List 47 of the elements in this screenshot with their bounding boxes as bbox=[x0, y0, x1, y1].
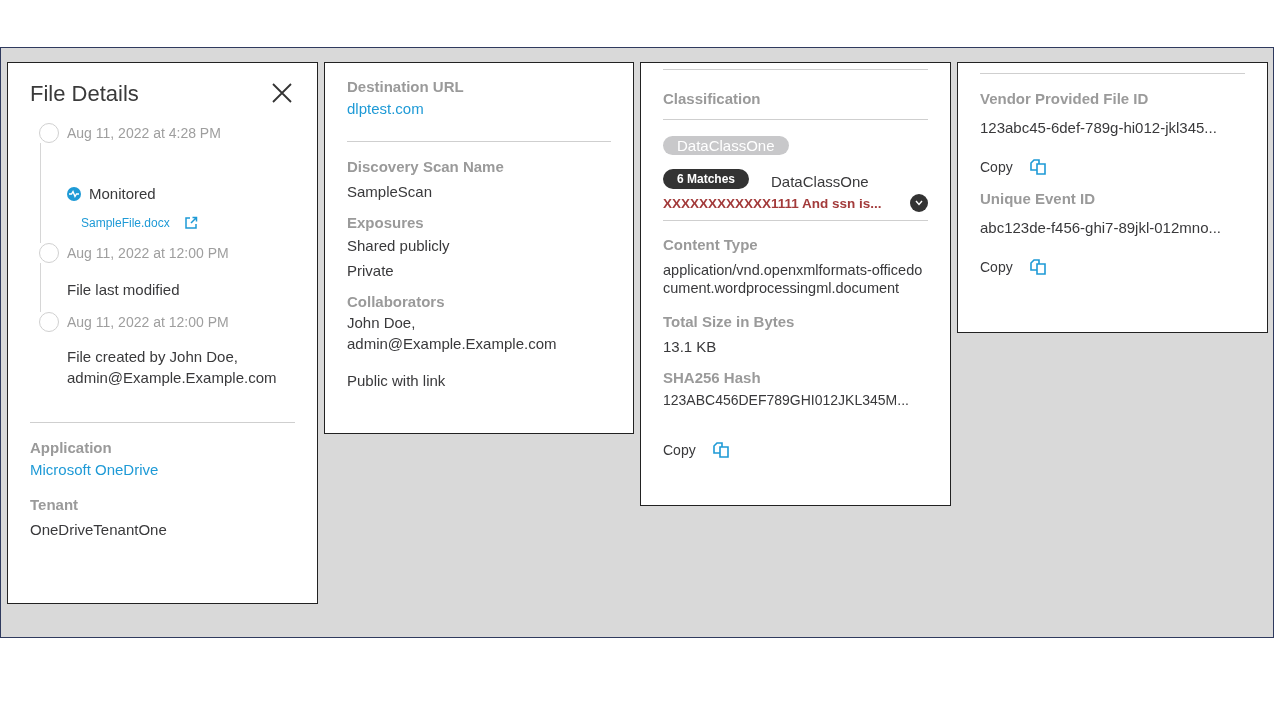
status-text: Monitored bbox=[89, 185, 156, 202]
field-value: Shared publicly bbox=[347, 236, 451, 256]
field-value: John Doe, admin@Example.Example.com bbox=[347, 313, 558, 354]
external-link-icon bbox=[183, 216, 198, 230]
matches-badge: 6 Matches bbox=[663, 168, 750, 189]
field-label: SHA256 Hash bbox=[663, 369, 762, 386]
event-time: Aug 11, 2022 at 12:00 PM bbox=[67, 245, 230, 261]
field-label: Tenant bbox=[30, 496, 80, 513]
copy-button[interactable]: Copy bbox=[980, 158, 1047, 176]
field-value: 123ABC456DEF789GHI012JKL345M... bbox=[663, 391, 910, 410]
field-label: Exposures bbox=[347, 214, 425, 231]
event-time: Aug 11, 2022 at 12:00 PM bbox=[67, 314, 230, 330]
match-snippet: XXXXXXXXXXXX1111 And ssn is... bbox=[663, 195, 882, 211]
copy-icon bbox=[1028, 158, 1047, 176]
field-value: Public with link bbox=[347, 371, 447, 391]
field-value: abc123de-f456-ghi7-89jkl-012mno... bbox=[980, 218, 1222, 238]
close-icon bbox=[271, 82, 293, 104]
field-label: Application bbox=[30, 439, 113, 456]
field-label: Vendor Provided File ID bbox=[980, 90, 1150, 107]
field-label: Collaborators bbox=[347, 293, 446, 310]
timeline-dot bbox=[38, 312, 59, 332]
copy-button[interactable]: Copy bbox=[663, 441, 730, 459]
field-value: OneDriveTenantOne bbox=[30, 520, 168, 540]
section-title: Classification bbox=[663, 90, 762, 107]
panel-title: File Details bbox=[30, 81, 139, 107]
class-name: DataClassOne bbox=[771, 172, 869, 192]
event-time: Aug 11, 2022 at 4:28 PM bbox=[67, 125, 222, 141]
expand-button[interactable] bbox=[910, 194, 928, 212]
timeline-dot bbox=[38, 123, 59, 143]
field-value: 123abc45-6def-789g-hi012-jkl345... bbox=[980, 118, 1218, 138]
field-value: 13.1 KB bbox=[663, 337, 718, 357]
field-label: Content Type bbox=[663, 236, 759, 253]
timeline-dot bbox=[38, 243, 59, 263]
field-value: application/vnd.openxmlformats-officedocument.wordprocessingml.document bbox=[663, 261, 924, 297]
event-text: File last modified bbox=[67, 280, 181, 300]
activity-icon bbox=[67, 186, 81, 201]
field-value: Private bbox=[347, 261, 395, 281]
event-text: File created by John Doe, admin@Example.Example.com bbox=[67, 347, 278, 388]
field-label: Discovery Scan Name bbox=[347, 158, 505, 175]
copy-button[interactable]: Copy bbox=[980, 258, 1047, 276]
field-label: Total Size in Bytes bbox=[663, 313, 796, 330]
copy-icon bbox=[711, 441, 730, 459]
chevron-down-icon bbox=[915, 200, 923, 206]
field-value: SampleScan bbox=[347, 182, 434, 202]
field-label: Destination URL bbox=[347, 78, 465, 95]
copy-icon bbox=[1028, 258, 1047, 276]
field-label: Unique Event ID bbox=[980, 190, 1096, 207]
